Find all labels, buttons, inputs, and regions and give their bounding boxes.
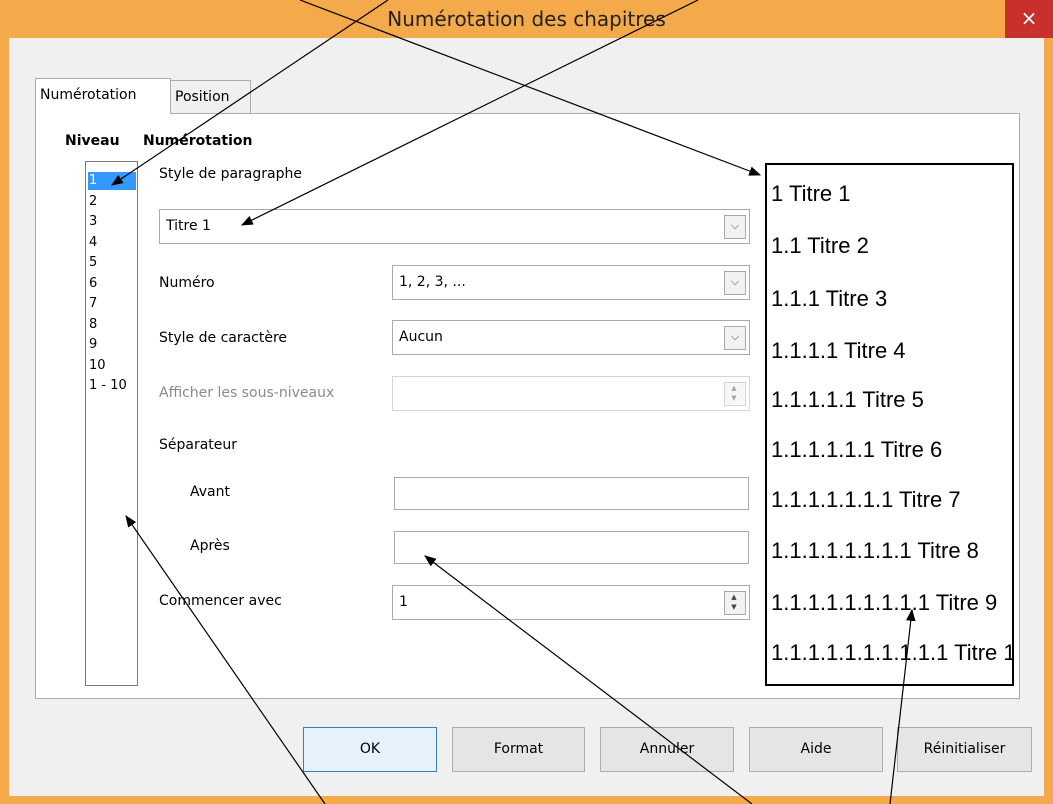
sublevels-label: Afficher les sous-niveaux	[159, 385, 335, 401]
preview-line-3: 1.1.1 Titre 3	[771, 286, 888, 311]
preview-line-1: 1 Titre 1	[771, 181, 851, 206]
before-input[interactable]	[394, 477, 749, 510]
start-value: 1	[399, 594, 408, 610]
char-style-value: Aucun	[399, 329, 443, 345]
number-select[interactable]: 1, 2, 3, ... ⌵	[392, 265, 750, 300]
sublevels-spinbox: ▲ ▼	[392, 376, 750, 411]
tab-label: Position	[175, 89, 230, 105]
level-item-3[interactable]: 3	[88, 213, 136, 231]
reset-button[interactable]: Réinitialiser	[897, 727, 1032, 772]
start-label: Commencer avec	[159, 593, 282, 609]
level-header: Niveau	[65, 133, 120, 149]
numbering-preview: 1 Titre 1 1.1 Titre 2 1.1.1 Titre 3 1.1.…	[765, 163, 1014, 686]
char-style-select[interactable]: Aucun ⌵	[392, 320, 750, 355]
start-spinbox[interactable]: 1 ▲ ▼	[392, 585, 750, 620]
before-label: Avant	[190, 484, 230, 500]
spin-arrows-icon[interactable]: ▲ ▼	[724, 591, 746, 615]
level-item-10[interactable]: 10	[88, 357, 136, 375]
preview-line-6: 1.1.1.1.1.1 Titre 6	[771, 437, 943, 462]
preview-line-2: 1.1 Titre 2	[771, 233, 869, 258]
number-value: 1, 2, 3, ...	[399, 274, 466, 290]
window-title: Numérotation des chapitres	[387, 7, 666, 31]
tab-numerotation[interactable]: Numérotation	[35, 78, 171, 114]
tab-label: Numérotation	[40, 87, 137, 103]
level-item-7[interactable]: 7	[88, 295, 136, 313]
numbering-header: Numérotation	[143, 133, 253, 149]
level-item-2[interactable]: 2	[88, 193, 136, 211]
level-item-1[interactable]: 1	[88, 172, 136, 190]
preview-line-9: 1.1.1.1.1.1.1.1.1 Titre 9	[771, 590, 998, 615]
chevron-down-icon[interactable]: ⌵	[724, 215, 746, 239]
paragraph-style-select[interactable]: Titre 1 ⌵	[159, 209, 750, 244]
after-input[interactable]	[394, 531, 749, 564]
chevron-down-icon[interactable]: ⌵	[724, 326, 746, 350]
format-button[interactable]: Format	[452, 727, 585, 772]
char-style-label: Style de caractère	[159, 330, 288, 346]
paragraph-style-value: Titre 1	[166, 218, 211, 234]
paragraph-style-label: Style de paragraphe	[159, 166, 302, 182]
preview-line-4: 1.1.1.1 Titre 4	[771, 338, 906, 363]
help-button[interactable]: Aide	[749, 727, 883, 772]
close-button[interactable]: ×	[1005, 0, 1053, 38]
level-item-9[interactable]: 9	[88, 336, 136, 354]
chevron-down-icon[interactable]: ⌵	[724, 271, 746, 295]
preview-line-10: 1.1.1.1.1.1.1.1.1.1 Titre 10	[771, 640, 1014, 665]
ok-button[interactable]: OK	[303, 727, 437, 772]
preview-line-8: 1.1.1.1.1.1.1.1 Titre 8	[771, 538, 979, 563]
preview-line-7: 1.1.1.1.1.1.1 Titre 7	[771, 487, 961, 512]
level-item-4[interactable]: 4	[88, 234, 136, 252]
separator-label: Séparateur	[159, 437, 238, 453]
close-icon: ×	[1020, 6, 1038, 30]
number-label: Numéro	[159, 275, 215, 291]
level-item-all[interactable]: 1 - 10	[88, 377, 136, 395]
level-item-6[interactable]: 6	[88, 275, 136, 293]
level-item-8[interactable]: 8	[88, 316, 136, 334]
spin-arrows-icon: ▲ ▼	[724, 382, 746, 406]
preview-line-5: 1.1.1.1.1 Titre 5	[771, 387, 924, 412]
after-label: Après	[190, 538, 230, 554]
tab-position[interactable]: Position	[170, 80, 251, 113]
cancel-button[interactable]: Annuler	[600, 727, 734, 772]
level-item-5[interactable]: 5	[88, 254, 136, 272]
